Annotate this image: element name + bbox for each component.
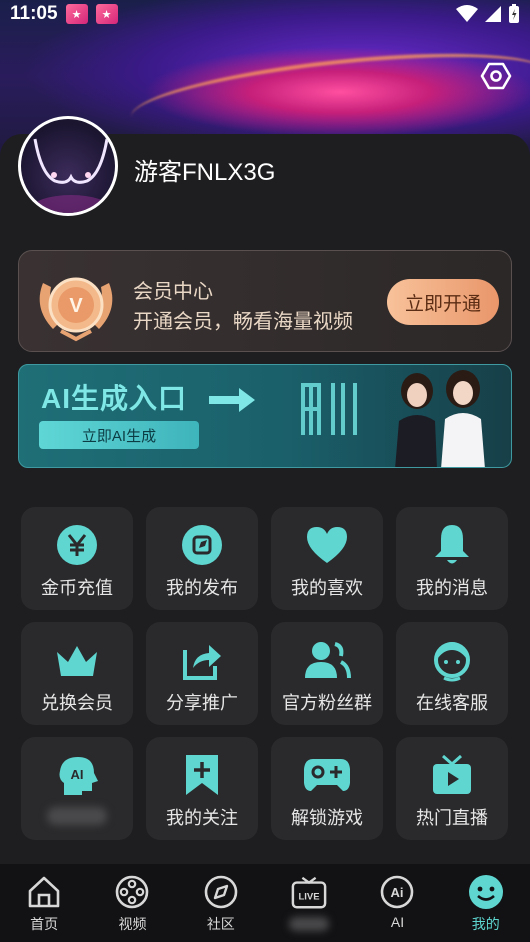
blurred-tab-label — [289, 917, 330, 931]
compass-publish-icon — [182, 524, 222, 565]
smiley-icon — [468, 875, 503, 909]
ai-banner-illustration — [395, 370, 485, 467]
notification-app-icon: ★ — [95, 4, 118, 24]
ai-banner-title: AI生成入口 — [41, 383, 188, 414]
svg-text:LIVE: LIVE — [299, 892, 320, 903]
gamepad-icon — [304, 758, 350, 791]
ai-head-icon: AI — [59, 756, 98, 795]
battery-icon — [509, 4, 519, 23]
svg-text:AI: AI — [71, 767, 84, 782]
grid-item-label: 金币充值 — [41, 577, 113, 598]
bell-icon — [435, 524, 469, 563]
grid-item-label: 我的消息 — [416, 577, 488, 598]
live-tv-icon: LIVE — [291, 876, 327, 909]
grid-item-label: 分享推广 — [166, 692, 238, 713]
arrow-right-icon — [209, 388, 255, 412]
yen-coin-icon — [57, 524, 97, 565]
signal-icon — [485, 6, 501, 22]
vip-center-card[interactable]: V 会员中心 开通会员，畅看海量视频 立即开通 — [18, 250, 512, 352]
grid-item-my-messages[interactable]: 我的消息 — [396, 507, 508, 610]
grid-item-label: 兑换会员 — [41, 692, 113, 713]
vip-subtitle: 开通会员，畅看海量视频 — [133, 311, 353, 333]
tab-video[interactable]: 视频 — [88, 864, 176, 942]
crown-icon — [57, 645, 97, 676]
ai-icon: Ai — [381, 875, 414, 909]
grid-item-label: 我的发布 — [166, 577, 238, 598]
grid-item-label: 解锁游戏 — [291, 807, 363, 828]
grid-item-coin-recharge[interactable]: 金币充值 — [21, 507, 133, 610]
grid-item-label: 热门直播 — [416, 807, 488, 828]
tab-label: 首页 — [30, 916, 59, 932]
grid-item-redeem-vip[interactable]: 兑换会员 — [21, 622, 133, 725]
compass-icon — [204, 875, 238, 909]
status-icons — [456, 4, 520, 24]
tab-label: 我的 — [471, 916, 500, 932]
avatar[interactable] — [18, 116, 118, 216]
tab-live[interactable]: LIVE — [265, 864, 353, 942]
svg-text:V: V — [69, 295, 83, 317]
tv-live-icon — [433, 754, 471, 794]
hexagon-settings-icon — [480, 62, 512, 90]
tab-label: 视频 — [118, 916, 147, 932]
grid-item-share-promote[interactable]: 分享推广 — [146, 622, 258, 725]
tab-ai[interactable]: Ai AI — [353, 864, 441, 942]
tab-label: AI — [390, 914, 405, 930]
heart-icon — [307, 526, 347, 563]
tab-community[interactable]: 社区 — [177, 864, 265, 942]
vip-title: 会员中心 — [133, 281, 213, 303]
grid-item-ai[interactable]: AI — [21, 737, 133, 840]
username: 游客FNLX3G — [134, 159, 276, 186]
feature-grid: 金币充值 我的发布 我的喜欢 我的消息 兑换会员 分享推广 官方粉丝群 在线客服… — [21, 507, 509, 840]
svg-text:Ai: Ai — [391, 885, 404, 900]
vip-badge-icon: V — [39, 277, 113, 342]
ai-generate-button[interactable]: 立即AI生成 — [39, 421, 199, 449]
status-bar: 11:05 ★ ★ — [0, 0, 530, 28]
grid-item-label: 我的关注 — [166, 807, 238, 828]
blurred-label — [47, 806, 107, 825]
grid-item-my-likes[interactable]: 我的喜欢 — [271, 507, 383, 610]
settings-button[interactable] — [478, 58, 514, 94]
grid-item-label: 官方粉丝群 — [282, 692, 372, 713]
grid-item-unlock-games[interactable]: 解锁游戏 — [271, 737, 383, 840]
grid-item-my-follows[interactable]: 我的关注 — [146, 737, 258, 840]
ai-generate-banner[interactable]: AI生成入口 立即AI生成 — [18, 364, 512, 468]
grid-item-fan-group[interactable]: 官方粉丝群 — [271, 622, 383, 725]
grid-item-hot-live[interactable]: 热门直播 — [396, 737, 508, 840]
grid-item-my-posts[interactable]: 我的发布 — [146, 507, 258, 610]
customer-service-icon — [434, 641, 470, 681]
bookmark-plus-icon — [186, 754, 218, 795]
ai-dot-matrix-logo — [301, 383, 357, 435]
film-reel-icon — [116, 875, 149, 909]
tab-home[interactable]: 首页 — [0, 864, 88, 942]
tab-mine[interactable]: 我的 — [442, 864, 530, 942]
bottom-tab-bar: 首页 视频 社区 LIVE Ai AI 我的 — [0, 864, 530, 942]
status-time: 11:05 — [10, 3, 58, 24]
home-icon — [28, 876, 60, 908]
tab-label: 社区 — [206, 916, 235, 932]
share-icon — [183, 644, 221, 680]
grid-item-label: 我的喜欢 — [291, 577, 363, 598]
open-vip-button[interactable]: 立即开通 — [387, 279, 499, 325]
group-icon — [305, 641, 351, 678]
grid-item-customer-service[interactable]: 在线客服 — [396, 622, 508, 725]
wifi-icon — [456, 5, 478, 22]
notification-app-icon: ★ — [65, 4, 88, 24]
grid-item-label: 在线客服 — [416, 692, 488, 713]
